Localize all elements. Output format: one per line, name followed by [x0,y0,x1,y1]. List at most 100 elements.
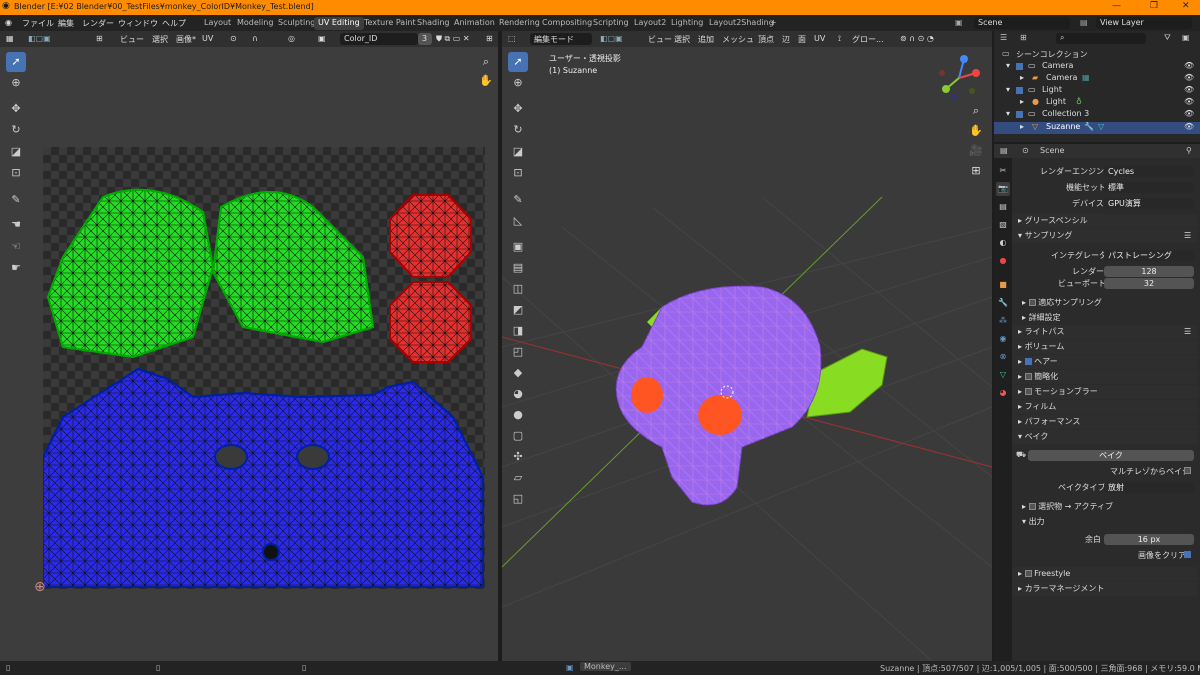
image-name-field[interactable]: Color_ID [340,33,418,45]
outliner-row-camera-object[interactable]: ▸ ▰ Camera ▦ 👁 [994,73,1200,85]
mesh-data-icon[interactable]: ▽ [1098,122,1104,131]
add-cube-icon[interactable]: ▣ [508,237,528,257]
vp-menu-uv[interactable]: UV [814,34,825,43]
tab-uv-editing[interactable]: UV Editing [314,17,364,30]
uv-select-mode-icon[interactable]: ◧▢▣ [28,34,51,43]
visibility-eye-icon[interactable]: 👁 [1184,122,1194,131]
outliner-row-camera-collection[interactable]: ▾ ▭ Camera 👁 [994,61,1200,73]
output-tab-icon[interactable]: ▤ [996,200,1010,214]
display-mode-icon[interactable]: ⊞ [1020,33,1027,42]
mode-selector[interactable]: 編集モード [530,33,592,45]
expand-icon[interactable]: ▾ [1006,85,1010,94]
outliner-scene-collection[interactable]: ▭ シーンコレクション [994,49,1200,61]
outliner-type-icon[interactable]: ☰ [1000,33,1007,42]
menu-file[interactable]: ファイル [22,18,54,29]
data-tab-icon[interactable]: ▽ [996,368,1010,382]
menu-edit[interactable]: 編集 [58,18,74,29]
rotate-icon[interactable]: ↻ [6,120,26,140]
measure-icon[interactable]: ◺ [508,211,528,231]
section-sampling[interactable]: ▾ サンプリング ☰ [1012,229,1198,243]
navigation-gizmo[interactable] [934,53,984,103]
section-light-paths[interactable]: ▸ ライトパス ☰ [1012,325,1198,339]
material-tab-icon[interactable]: ◕ [996,386,1010,400]
scale-icon[interactable]: ◪ [6,142,26,162]
adaptive-sampling-row[interactable]: ▸ 適応サンプリング [1022,297,1102,308]
pin-icon[interactable]: ⚲ [1186,146,1192,155]
blender-menu-icon[interactable]: ◉ [5,18,12,27]
knife-icon[interactable]: ◰ [508,342,528,362]
orientation-selector[interactable]: グロー... [852,34,884,45]
selected-to-active-row[interactable]: ▸ 選択物 → アクティブ [1022,501,1113,512]
list-icon[interactable]: ☰ [1184,229,1191,243]
properties-type-icon[interactable]: ▤ [1000,146,1008,155]
selected-to-active-checkbox[interactable] [1028,503,1036,510]
pin-icon[interactable]: ⊞ [486,34,493,43]
close-button[interactable]: ✕ [1182,1,1190,11]
pinch-tool-icon[interactable]: ☛ [6,258,26,278]
object-tab-icon[interactable]: ■ [996,278,1010,292]
vp-zoom-icon[interactable]: ⌕ [966,101,986,121]
tab-rendering[interactable]: Rendering [495,17,544,30]
include-checkbox[interactable] [1016,87,1023,94]
clear-image-checkbox[interactable] [1184,551,1191,558]
world-tab-icon[interactable]: ● [996,254,1010,268]
shrink-icon[interactable]: ✣ [508,447,528,467]
outliner-row-collection3[interactable]: ▾ ▭ Collection 3 👁 [994,109,1200,121]
vp-select-tool-icon[interactable]: ➚ [508,52,528,72]
vp-scale-icon[interactable]: ◪ [508,142,528,162]
rip-icon[interactable]: ◱ [508,489,528,509]
outliner-search-input[interactable] [1056,33,1146,44]
viewport-samples-field[interactable]: 32 [1104,278,1194,289]
filter-icon[interactable]: ⛛ [1164,33,1171,43]
menu-render[interactable]: レンダー [82,18,114,29]
tool-tab-icon[interactable]: ✂ [996,164,1010,178]
sync-icon[interactable]: ⊞ [96,34,103,43]
expand-icon[interactable]: ▾ [1006,109,1010,118]
tab-layout2[interactable]: Layout2 [630,17,670,30]
tab-lighting[interactable]: Lighting [667,17,707,30]
tab-shading[interactable]: Shading [413,17,454,30]
transform-icon[interactable]: ⊡ [6,163,26,183]
tab-animation[interactable]: Animation [450,17,499,30]
render-tab-icon[interactable]: 📷 [996,182,1010,196]
feature-set-dropdown[interactable]: 標準 [1104,182,1194,193]
extrude-icon[interactable]: ▤ [508,258,528,278]
section-film[interactable]: ▸ フィルム [1012,400,1198,414]
tab-compositing[interactable]: Compositing [538,17,596,30]
render-samples-field[interactable]: 128 [1104,266,1194,277]
outliner-row-light-object[interactable]: ▸ ● Light ♁ 👁 [994,97,1200,109]
outliner-row-light-collection[interactable]: ▾ ▭ Light 👁 [994,85,1200,97]
vp-annotate-icon[interactable]: ✎ [508,190,528,210]
visibility-eye-icon[interactable]: 👁 [1184,97,1194,106]
pivot-icon[interactable]: ⊙ [230,34,237,43]
new-collection-icon[interactable]: ▣ [1182,33,1190,42]
vp-hand-icon[interactable]: ✋ [966,121,986,141]
loop-cut-icon[interactable]: ◨ [508,321,528,341]
section-simplify[interactable]: ▸ 簡略化 [1012,370,1198,384]
margin-field[interactable]: 16 px [1104,534,1194,545]
section-grease-pencil[interactable]: ▸ グリースペンシル [1012,214,1198,228]
tab-texture-paint[interactable]: Texture Paint [360,17,420,30]
tab-sculpting[interactable]: Sculpting [274,17,319,30]
grab-tool-icon[interactable]: ☚ [6,215,26,235]
section-motion-blur[interactable]: ▸ モーションブラー [1012,385,1198,399]
vp-menu-face[interactable]: 面 [798,34,806,45]
section-bake[interactable]: ▾ ベイク [1012,430,1198,444]
zoom-icon[interactable]: ⌕ [476,52,496,72]
visibility-eye-icon[interactable]: 👁 [1184,85,1194,94]
suzanne-mesh[interactable] [602,277,902,527]
section-performance[interactable]: ▸ パフォーマンス [1012,415,1198,429]
vp-transform-icon[interactable]: ⊡ [508,163,528,183]
inset-icon[interactable]: ◫ [508,279,528,299]
scene-selector[interactable]: Scene [974,17,1070,29]
modifier-icon[interactable]: 🔧 [1084,122,1094,131]
visibility-eye-icon[interactable]: 👁 [1184,61,1194,70]
device-dropdown[interactable]: GPU演算 [1104,198,1194,209]
advanced-row[interactable]: ▸ 詳細設定 [1022,312,1061,323]
editor-type-icon[interactable]: ▦ [6,34,14,43]
image-actions-icon[interactable]: ⛊ ⧉ ▭ ✕ [436,34,470,44]
visibility-eye-icon[interactable]: 👁 [1184,109,1194,118]
minimize-button[interactable]: — [1112,1,1121,11]
tab-scripting[interactable]: Scripting [589,17,633,30]
3d-viewport[interactable]: ユーザー・透視投影 (1) Suzanne ➚ ⊕ ✥ ↻ ◪ ⊡ ✎ ◺ ▣ … [502,47,992,661]
